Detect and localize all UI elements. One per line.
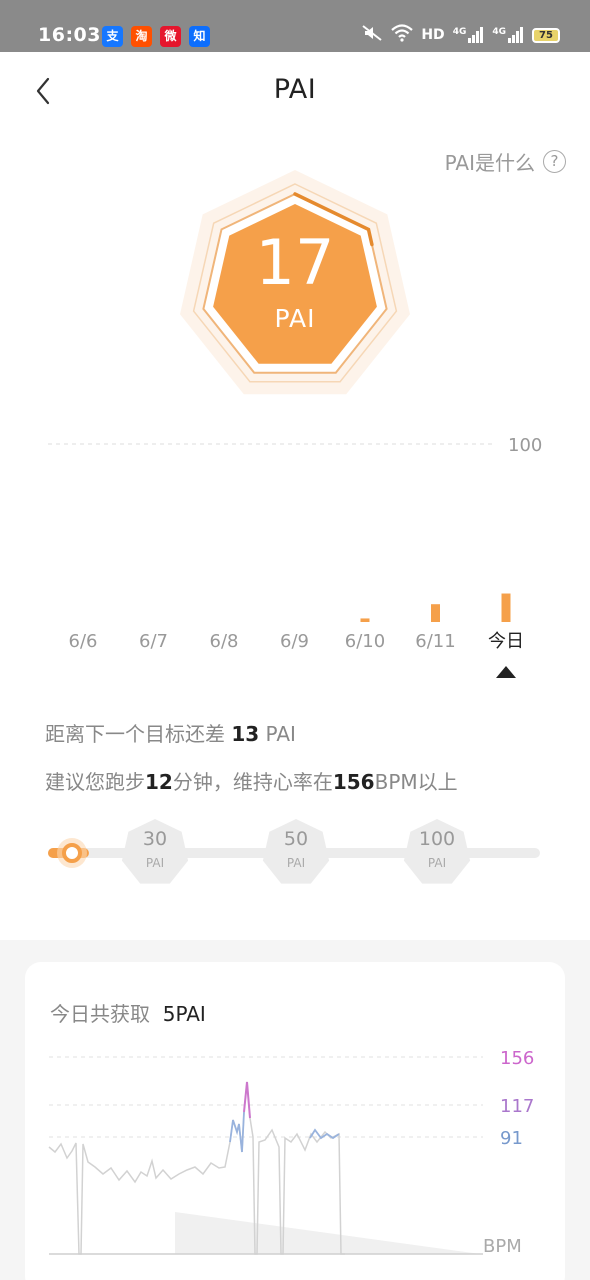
milestone-value: 50: [283, 828, 309, 850]
bar-6: [501, 593, 511, 622]
weibo-icon: 微: [160, 26, 181, 47]
day-label[interactable]: 6/8: [210, 631, 239, 652]
weekly-pai-chart[interactable]: 100 6/6 6/7 6/8 6/9 6/10 6/11 今日: [40, 420, 560, 690]
day-label[interactable]: 6/9: [280, 631, 309, 652]
day-label[interactable]: 6/10: [345, 631, 385, 652]
page-title: PAI: [273, 74, 317, 105]
signal-icon-2: 4G: [492, 27, 524, 43]
milestone-unit: PAI: [286, 856, 306, 870]
zhihu-icon: 知: [189, 26, 210, 47]
remaining-pai: 13: [231, 722, 260, 746]
alipay-icon: 支: [102, 26, 123, 47]
pai-score: 17: [255, 226, 335, 299]
selected-day-pointer: [496, 666, 516, 678]
status-time: 16:03: [38, 24, 101, 46]
hd-label: HD: [421, 27, 445, 43]
question-icon: ?: [543, 150, 566, 173]
mute-icon: [361, 24, 383, 46]
taobao-icon: 淘: [131, 26, 152, 47]
hr-unit-label: BPM: [483, 1236, 522, 1257]
status-indicators: HD 4G 4G 75: [361, 24, 560, 46]
goal-progress-track: 30 PAI 50 PAI 100 PAI: [40, 810, 560, 900]
milestone-unit: PAI: [145, 856, 165, 870]
bar-5: [431, 604, 440, 622]
nav-bar: PAI: [0, 52, 590, 130]
help-label: PAI是什么: [444, 151, 535, 175]
status-bar: 16:03 支 淘 微 知 HD 4G 4G 75: [0, 0, 590, 52]
wifi-icon: [391, 24, 414, 46]
advice-bpm: 156: [332, 770, 375, 794]
advice-minutes: 12: [145, 770, 173, 794]
signal-icon-1: 4G: [453, 27, 485, 43]
pai-unit: PAI: [274, 304, 316, 333]
heart-rate-chart[interactable]: 156 117 91 BPM: [25, 962, 565, 1280]
hr-level-label: 117: [500, 1096, 534, 1117]
hr-level-label: 91: [500, 1128, 523, 1149]
day-label[interactable]: 6/6: [69, 631, 98, 652]
today-card: 今日共获取 5PAI 156 117 91 BPM: [25, 962, 565, 1280]
milestone-value: 100: [418, 828, 456, 850]
day-label[interactable]: 今日: [488, 631, 524, 652]
day-label[interactable]: 6/7: [139, 631, 168, 652]
milestone-value: 30: [142, 828, 168, 850]
hr-level-label: 156: [500, 1048, 534, 1069]
reference-label: 100: [508, 435, 542, 456]
advice-text: 建议您跑步12分钟，维持心率在156BPM以上: [45, 770, 458, 794]
help-link[interactable]: PAI是什么 ?: [445, 147, 566, 176]
bar-4: [360, 618, 370, 622]
next-goal-text: 距离下一个目标还差 13 PAI: [45, 722, 296, 746]
day-label[interactable]: 6/11: [415, 631, 455, 652]
battery-icon: 75: [532, 27, 560, 43]
milestone-unit: PAI: [427, 856, 447, 870]
